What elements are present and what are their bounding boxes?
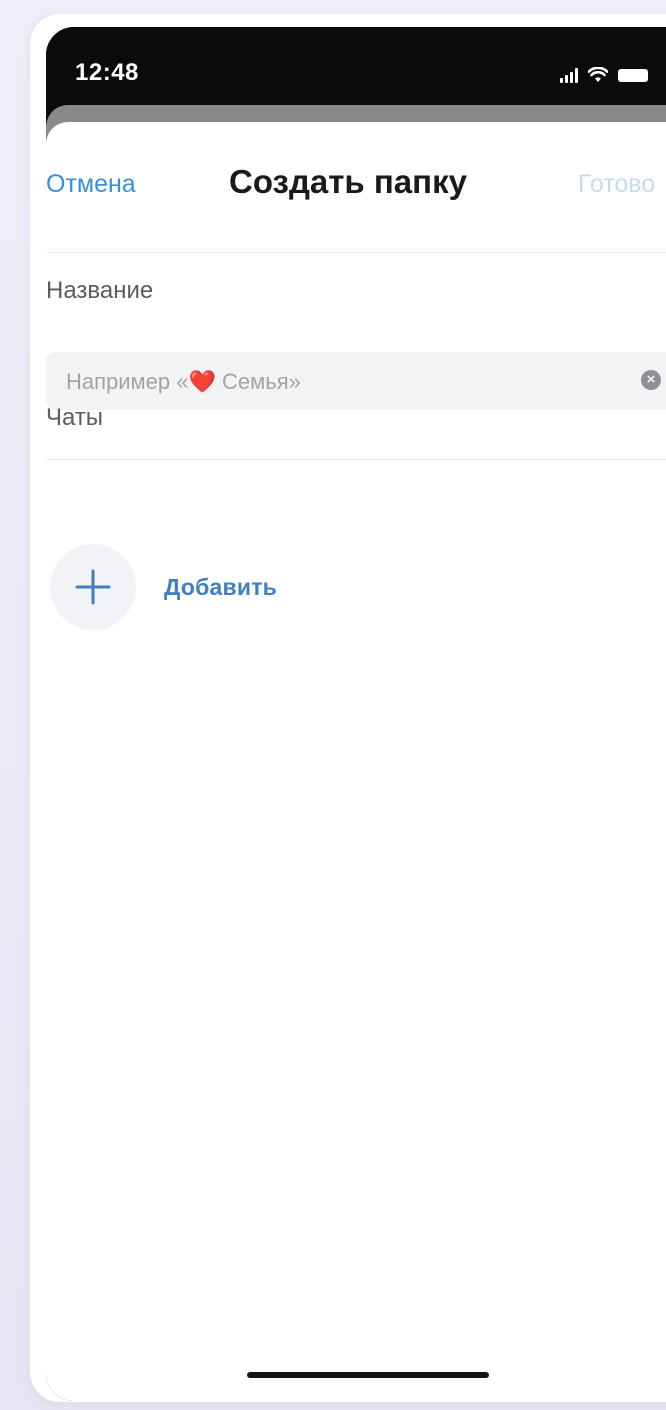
page-title: Создать папку <box>229 163 467 200</box>
name-field[interactable]: × <box>46 352 666 412</box>
wifi-icon <box>588 67 608 83</box>
folder-name-input[interactable] <box>64 352 628 412</box>
cancel-button[interactable]: Отмена <box>46 170 136 199</box>
battery-icon <box>618 69 648 82</box>
signal-icon <box>560 67 578 83</box>
status-icons <box>560 63 648 83</box>
status-time: 12:48 <box>75 59 139 86</box>
background: 12:48 Отмена Создать папку Готово Назван… <box>0 0 666 1410</box>
nav-bar: Отмена Создать папку Готово <box>46 122 666 253</box>
add-circle[interactable] <box>50 544 136 630</box>
clear-icon[interactable]: × <box>641 370 661 390</box>
home-indicator[interactable] <box>247 1372 489 1378</box>
plus-icon <box>75 569 111 605</box>
phone-screen: 12:48 Отмена Создать папку Готово Назван… <box>46 27 666 1401</box>
divider <box>46 459 666 460</box>
create-folder-sheet: Отмена Создать папку Готово Название × Ч… <box>46 122 666 1401</box>
add-chat-button[interactable]: Добавить <box>50 543 277 631</box>
done-button[interactable]: Готово <box>578 170 655 199</box>
add-chat-label: Добавить <box>164 573 277 600</box>
chats-section-label: Чаты <box>46 404 104 431</box>
name-section-label: Название <box>46 277 154 304</box>
